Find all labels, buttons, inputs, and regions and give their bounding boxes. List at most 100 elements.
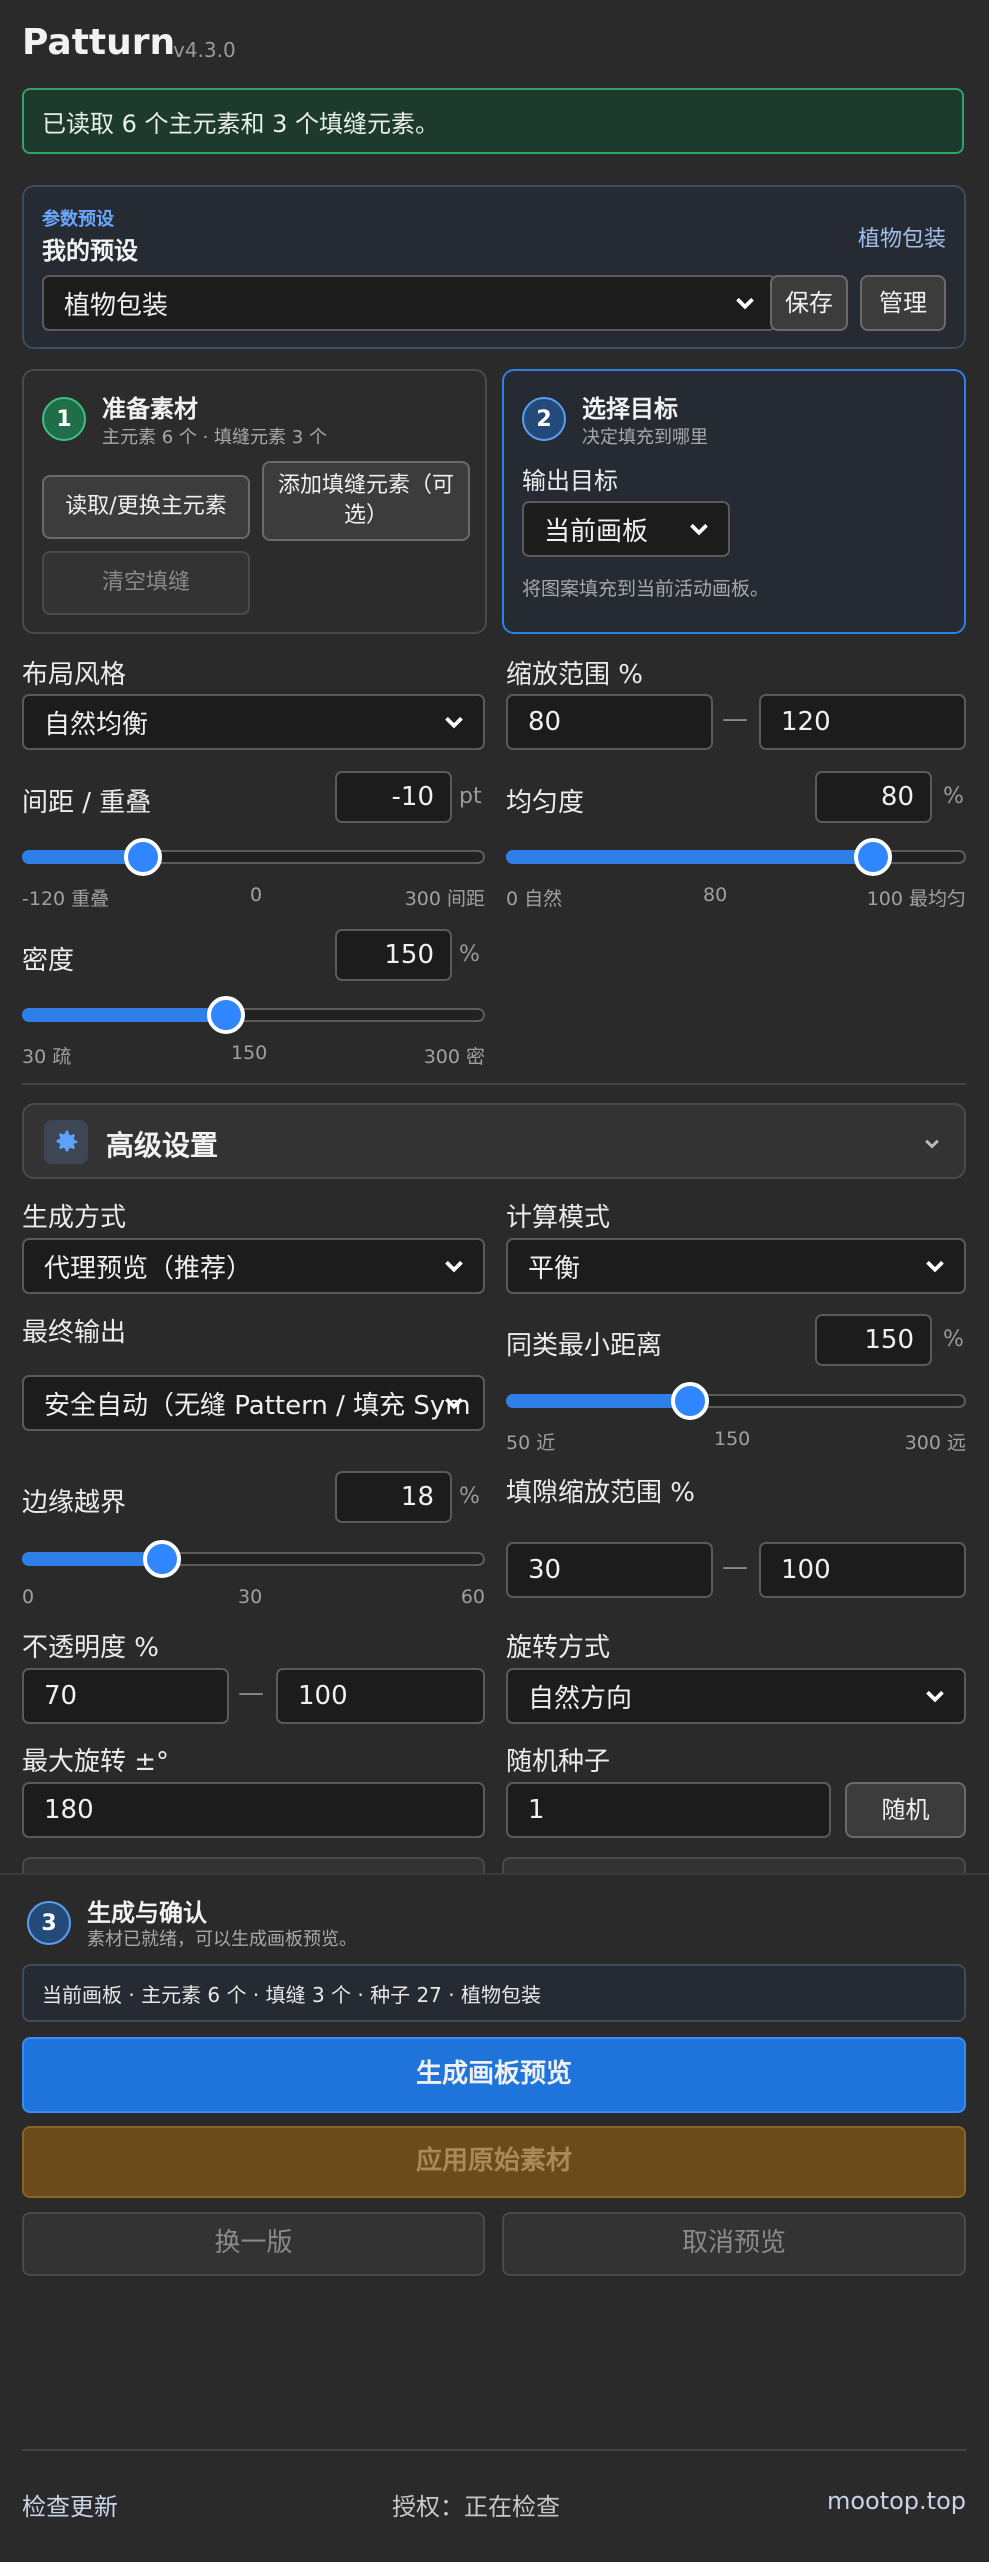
- step3-title: 生成与确认: [87, 1899, 207, 1927]
- generation-summary-text: 当前画板 · 主元素 6 个 · 填缝 3 个 · 种子 27 · 植物包装: [42, 1982, 541, 2007]
- opacity-label: 不透明度 %: [22, 1633, 159, 1663]
- app-title: Patturn: [22, 22, 176, 63]
- chevron-down-icon: [445, 1260, 463, 1273]
- uniformity-unit: %: [943, 784, 964, 809]
- chevron-down-icon: [926, 1260, 944, 1273]
- preset-heading: 我的预设: [42, 237, 138, 265]
- preset-section-label: 参数预设: [42, 209, 114, 230]
- edge-overflow-tick-max: 60: [460, 1586, 485, 1608]
- uniformity-input[interactable]: 80: [815, 771, 932, 823]
- edge-overflow-unit: %: [459, 1484, 480, 1509]
- status-banner: 已读取 6 个主元素和 3 个填缝元素。: [22, 88, 964, 154]
- edge-overflow-label: 边缘越界: [22, 1488, 127, 1518]
- another-version-button[interactable]: 换一版: [22, 2212, 485, 2276]
- step2-panel: 2 选择目标 决定填充到哪里 输出目标 当前画板 将图案填充到当前活动画板。: [502, 369, 966, 634]
- preset-select[interactable]: 植物包装: [42, 275, 776, 331]
- spacing-input[interactable]: -10: [335, 771, 452, 823]
- rotation-mode-value: 自然方向: [528, 1683, 633, 1714]
- preset-select-value: 植物包装: [64, 290, 169, 321]
- min-distance-slider-fill: [506, 1394, 689, 1408]
- min-distance-slider[interactable]: [506, 1382, 966, 1420]
- density-slider[interactable]: [22, 996, 485, 1034]
- max-rotation-input[interactable]: 180: [22, 1782, 485, 1838]
- density-tick-min: 30 疏: [22, 1046, 72, 1068]
- filler-scale-max-input[interactable]: 100: [759, 1542, 966, 1598]
- generate-preview-button[interactable]: 生成画板预览: [22, 2037, 966, 2113]
- add-filler-elements-button[interactable]: 添加填缝元素（可选）: [262, 461, 470, 541]
- min-distance-input[interactable]: 150: [815, 1314, 932, 1366]
- generation-summary: 当前画板 · 主元素 6 个 · 填缝 3 个 · 种子 27 · 植物包装: [22, 1964, 966, 2022]
- step3-subtitle: 素材已就绪，可以生成画板预览。: [87, 1929, 357, 1950]
- spacing-unit: pt: [459, 784, 482, 809]
- step1-number: 1: [42, 397, 86, 441]
- chevron-down-icon: [445, 716, 463, 729]
- cancel-preview-button[interactable]: 取消预览: [502, 2212, 966, 2276]
- check-update-link[interactable]: 检查更新: [22, 2487, 118, 2522]
- opacity-min-input[interactable]: 70: [22, 1668, 229, 1724]
- min-distance-tick-min: 50 近: [506, 1432, 556, 1454]
- randomize-seed-button[interactable]: 随机: [845, 1782, 966, 1838]
- edge-overflow-slider-thumb[interactable]: [142, 1540, 181, 1578]
- uniformity-slider-thumb[interactable]: [853, 838, 892, 876]
- website-link[interactable]: mootop.top: [827, 2487, 966, 2515]
- density-tick-max: 300 密: [423, 1046, 485, 1068]
- clear-filler-button[interactable]: 清空填缝: [42, 551, 250, 615]
- step3-sticky-panel: 3 生成与确认 素材已就绪，可以生成画板预览。 当前画板 · 主元素 6 个 ·…: [0, 1873, 989, 2562]
- density-slider-thumb[interactable]: [206, 996, 245, 1034]
- spacing-slider[interactable]: [22, 838, 485, 876]
- step1-title: 准备素材: [102, 395, 198, 423]
- opacity-dash: —: [238, 1678, 264, 1708]
- uniformity-tick-mid: 80: [703, 884, 728, 906]
- step1-panel: 1 准备素材 主元素 6 个 · 填缝元素 3 个 读取/更换主元素 添加填缝元…: [22, 369, 487, 634]
- min-distance-tick-max: 300 远: [904, 1432, 966, 1454]
- rotation-mode-label: 旋转方式: [506, 1633, 611, 1663]
- output-target-select[interactable]: 当前画板: [522, 501, 730, 557]
- uniformity-slider-fill: [506, 850, 871, 864]
- app-version: v4.3.0: [173, 38, 236, 62]
- spacing-tick-max: 300 间距: [404, 888, 485, 910]
- min-distance-unit: %: [943, 1327, 964, 1352]
- read-main-elements-button[interactable]: 读取/更换主元素: [42, 475, 250, 539]
- layout-style-select[interactable]: 自然均衡: [22, 694, 485, 750]
- final-output-label: 最终输出: [22, 1318, 127, 1348]
- calc-mode-value: 平衡: [528, 1253, 581, 1284]
- density-tick-mid: 150: [231, 1042, 268, 1064]
- section-divider: [22, 1083, 966, 1085]
- spacing-slider-thumb[interactable]: [124, 838, 163, 876]
- spacing-tick-min: -120 重叠: [22, 888, 110, 910]
- edge-overflow-slider[interactable]: [22, 1540, 485, 1578]
- output-target-value: 当前画板: [544, 516, 649, 547]
- spacing-tick-mid: 0: [250, 884, 263, 906]
- calc-mode-select[interactable]: 平衡: [506, 1238, 966, 1294]
- manage-preset-button[interactable]: 管理: [860, 275, 946, 331]
- uniformity-tick-max: 100 最均匀: [866, 888, 966, 910]
- random-seed-input[interactable]: 1: [506, 1782, 831, 1838]
- final-output-select[interactable]: 安全自动（无缝 Pattern / 填充 Sym: [22, 1375, 485, 1431]
- apply-original-button[interactable]: 应用原始素材: [22, 2126, 966, 2198]
- density-label: 密度: [22, 946, 75, 976]
- opacity-max-input[interactable]: 100: [276, 1668, 485, 1724]
- min-distance-slider-thumb[interactable]: [671, 1382, 710, 1420]
- output-target-hint: 将图案填充到当前活动画板。: [522, 578, 770, 600]
- rotation-mode-select[interactable]: 自然方向: [506, 1668, 966, 1724]
- scale-max-input[interactable]: 120: [759, 694, 966, 750]
- chevron-down-icon: [925, 1139, 939, 1149]
- uniformity-tick-min: 0 自然: [506, 888, 563, 910]
- status-banner-text: 已读取 6 个主元素和 3 个填缝元素。: [42, 109, 440, 138]
- advanced-settings-toggle[interactable]: 高级设置: [22, 1103, 966, 1179]
- generation-mode-value: 代理预览（推荐）: [44, 1253, 253, 1284]
- edge-overflow-input[interactable]: 18: [335, 1471, 452, 1523]
- uniformity-slider[interactable]: [506, 838, 966, 876]
- calc-mode-label: 计算模式: [506, 1203, 611, 1233]
- scale-range-label: 缩放范围 %: [506, 660, 643, 690]
- generation-mode-select[interactable]: 代理预览（推荐）: [22, 1238, 485, 1294]
- filler-scale-min-input[interactable]: 30: [506, 1542, 713, 1598]
- save-preset-button[interactable]: 保存: [770, 275, 848, 331]
- density-input[interactable]: 150: [335, 929, 452, 981]
- edge-overflow-tick-mid: 30: [238, 1586, 263, 1608]
- scale-min-input[interactable]: 80: [506, 694, 713, 750]
- step3-number: 3: [27, 1901, 71, 1945]
- layout-style-value: 自然均衡: [44, 709, 149, 740]
- chevron-down-icon: [690, 523, 708, 536]
- chevron-down-icon: [445, 1397, 463, 1410]
